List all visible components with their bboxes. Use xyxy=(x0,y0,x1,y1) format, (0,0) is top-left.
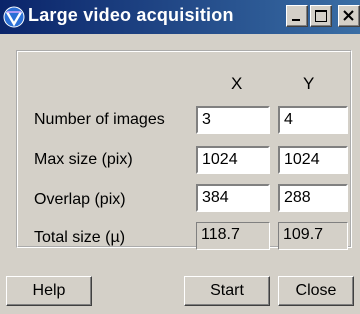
close-icon xyxy=(343,10,354,21)
overlap-label: Overlap (pix) xyxy=(34,191,126,208)
max-size-label: Max size (pix) xyxy=(34,151,133,168)
overlap-x-input[interactable]: 384 xyxy=(196,184,270,212)
number-of-images-y-input[interactable]: 4 xyxy=(278,106,348,134)
app-logo-icon xyxy=(3,6,25,28)
total-size-label: Total size (µ) xyxy=(34,229,126,246)
close-window-button[interactable] xyxy=(338,5,360,27)
title-bar[interactable]: Large video acquisition xyxy=(0,0,360,34)
max-size-y-input[interactable]: 1024 xyxy=(278,146,348,174)
help-button[interactable]: Help xyxy=(6,276,92,306)
number-of-images-x-input[interactable]: 3 xyxy=(196,106,270,134)
total-size-x-value: 118.7 xyxy=(196,222,270,250)
column-header-y: Y xyxy=(303,74,315,93)
minimize-button[interactable] xyxy=(286,5,308,27)
overlap-y-input[interactable]: 288 xyxy=(278,184,348,212)
window-title: Large video acquisition xyxy=(28,5,234,25)
column-header-x: X xyxy=(231,74,243,93)
close-button[interactable]: Close xyxy=(278,276,354,306)
number-of-images-label: Number of images xyxy=(34,111,165,128)
max-size-x-input[interactable]: 1024 xyxy=(196,146,270,174)
maximize-button[interactable] xyxy=(310,5,332,27)
minimize-icon xyxy=(292,19,300,21)
start-button[interactable]: Start xyxy=(184,276,270,306)
total-size-y-value: 109.7 xyxy=(278,222,348,250)
maximize-icon xyxy=(315,10,327,22)
